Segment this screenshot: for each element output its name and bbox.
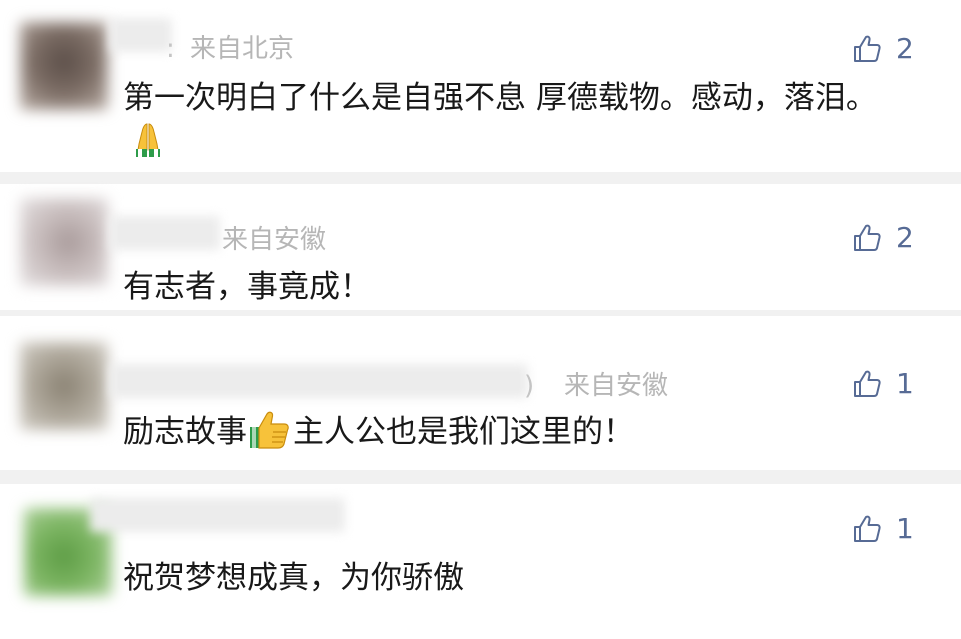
- comment-item: 来自安徽 2 有志者，事竟成！: [0, 184, 961, 310]
- like-count: 2: [896, 221, 914, 254]
- like-button[interactable]: 2: [852, 221, 914, 255]
- commenter-name-tail: :: [166, 34, 175, 64]
- avatar[interactable]: [20, 342, 108, 430]
- thumbs-up-outline-icon: [854, 515, 881, 542]
- comment-location: 来自北京: [190, 34, 295, 64]
- comment-list: : 来自北京 2 第一次明白了什么是自强不息 厚德载物。感动，落泪。 来自安徽 …: [0, 0, 961, 639]
- comment-item: ) 来自安徽 1 励志故事 主人公也是我们这里的！: [0, 316, 961, 470]
- comment-item: 1 祝贺梦想成真，为你骄傲: [0, 484, 961, 639]
- comment-text: 祝贺梦想成真，为你骄傲: [123, 560, 464, 596]
- comment-location: 来自安徽: [222, 225, 327, 255]
- thumbs-up-outline-icon: [854, 370, 881, 397]
- commenter-name-tail: ): [524, 371, 535, 401]
- comment-location: 来自安徽: [564, 371, 669, 401]
- avatar[interactable]: [20, 22, 108, 110]
- like-button[interactable]: 1: [852, 367, 914, 401]
- comment-divider: [0, 470, 961, 484]
- like-count: 1: [896, 512, 914, 545]
- avatar[interactable]: [20, 198, 108, 286]
- comment-item: : 来自北京 2 第一次明白了什么是自强不息 厚德载物。感动，落泪。: [0, 0, 961, 172]
- comment-divider: [0, 172, 961, 184]
- comment-text-after: 主人公也是我们这里的！: [293, 414, 634, 450]
- like-count: 2: [896, 32, 914, 65]
- comment-text-before: 励志故事: [123, 414, 247, 450]
- like-count: 1: [896, 367, 914, 400]
- like-button[interactable]: 1: [852, 512, 914, 546]
- comment-text: 有志者，事竟成！: [123, 269, 371, 305]
- commenter-name[interactable]: [110, 18, 172, 52]
- commenter-name[interactable]: [110, 216, 220, 250]
- thumbs-up-outline-icon: [854, 224, 881, 251]
- folded-hands-emoji: [129, 120, 167, 170]
- thumbs-up-outline-icon: [854, 35, 881, 62]
- commenter-name[interactable]: [90, 498, 345, 532]
- thumbs-up-emoji: [249, 410, 291, 462]
- comment-text: 第一次明白了什么是自强不息 厚德载物。感动，落泪。: [123, 76, 883, 170]
- like-button[interactable]: 2: [852, 32, 914, 66]
- commenter-name[interactable]: [110, 364, 528, 398]
- comment-text: 励志故事 主人公也是我们这里的！: [123, 410, 883, 462]
- comment-text-body: 第一次明白了什么是自强不息 厚德载物。感动，落泪。: [123, 80, 877, 116]
